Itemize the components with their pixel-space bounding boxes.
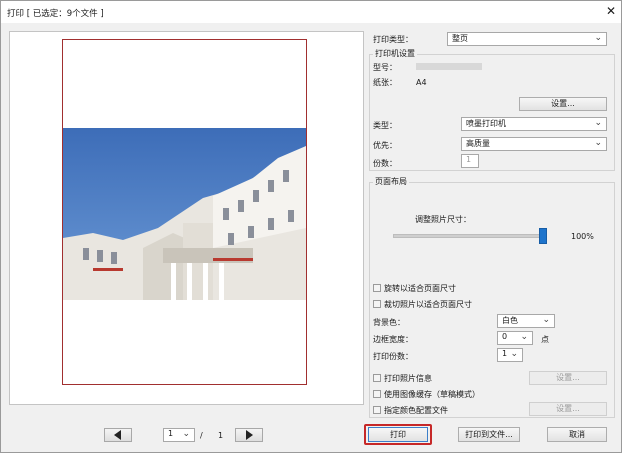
- model-value-blurred: [416, 63, 482, 70]
- total-pages: 1: [218, 431, 224, 440]
- image-cache-checkbox[interactable]: [373, 390, 381, 398]
- priority-label: 优先：: [373, 141, 397, 150]
- print-type-select[interactable]: 整页 ⌄: [447, 32, 607, 46]
- border-unit-label: 点: [541, 335, 549, 344]
- border-width-label: 边框宽度：: [373, 335, 413, 344]
- print-dialog: 打印 [ 已选定：9个文件 ] ✕ 打印类型： 整页 ⌄ 打印机设置 型号： 纸…: [0, 0, 622, 453]
- previous-page-button[interactable]: [104, 428, 132, 442]
- chevron-down-icon: ⌄: [510, 349, 518, 359]
- chevron-down-icon: ⌄: [594, 138, 602, 148]
- model-label: 型号：: [373, 63, 397, 72]
- adjust-size-label: 调整照片尺寸：: [415, 215, 471, 224]
- type-label: 类型：: [373, 121, 397, 130]
- border-width-select[interactable]: 0 ⌄: [497, 331, 533, 345]
- print-type-label: 打印类型：: [373, 35, 413, 44]
- zoom-slider-track[interactable]: [393, 234, 547, 238]
- background-color-label: 背景色：: [373, 318, 405, 327]
- close-icon[interactable]: ✕: [604, 4, 618, 18]
- type-select[interactable]: 喷墨打印机 ⌄: [461, 117, 607, 131]
- zoom-slider-thumb[interactable]: [539, 228, 547, 244]
- triangle-left-icon: [114, 430, 121, 440]
- preview-photo: [63, 128, 306, 300]
- window-title: 打印 [ 已选定：9个文件 ]: [7, 9, 104, 19]
- crop-checkbox[interactable]: [373, 300, 381, 308]
- background-color-select[interactable]: 白色 ⌄: [497, 314, 555, 328]
- priority-select[interactable]: 高质量 ⌄: [461, 137, 607, 151]
- chevron-down-icon: ⌄: [542, 315, 550, 325]
- print-info-settings-button[interactable]: 设置...: [529, 371, 607, 385]
- paper-value: A4: [416, 78, 427, 87]
- next-page-button[interactable]: [235, 428, 263, 442]
- printer-settings-title: 打印机设置: [373, 48, 417, 59]
- color-profile-checkbox[interactable]: [373, 406, 381, 414]
- rotate-label: 旋转以适合页面尺寸: [384, 284, 456, 293]
- cancel-button[interactable]: 取消: [547, 427, 607, 442]
- page-separator: /: [200, 431, 203, 440]
- print-button[interactable]: 打印: [368, 427, 428, 442]
- zoom-value: 100%: [571, 232, 594, 241]
- print-info-checkbox[interactable]: [373, 374, 381, 382]
- copies-label: 份数：: [373, 159, 397, 168]
- print-copies-select[interactable]: 1 ⌄: [497, 348, 523, 362]
- printer-settings-button[interactable]: 设置...: [519, 97, 607, 111]
- printer-settings-group: [369, 54, 615, 171]
- chevron-down-icon: ⌄: [594, 118, 602, 128]
- color-profile-settings-button[interactable]: 设置...: [529, 402, 607, 416]
- chevron-down-icon: ⌄: [520, 332, 528, 342]
- image-cache-label: 使用图像缓存（草稿模式）: [384, 390, 480, 399]
- color-profile-label: 指定颜色配置文件: [384, 406, 448, 415]
- rotate-checkbox[interactable]: [373, 284, 381, 292]
- chevron-down-icon: ⌄: [182, 429, 190, 439]
- print-info-label: 打印照片信息: [384, 374, 432, 383]
- print-copies-label: 打印份数：: [373, 352, 413, 361]
- page-select[interactable]: 1 ⌄: [163, 428, 195, 442]
- title-bar: 打印 [ 已选定：9个文件 ] ✕: [1, 1, 621, 23]
- chevron-down-icon: ⌄: [594, 33, 602, 43]
- paper-label: 纸张：: [373, 78, 397, 87]
- triangle-right-icon: [246, 430, 253, 440]
- print-to-file-button[interactable]: 打印到文件...: [458, 427, 520, 442]
- copies-spinner[interactable]: 1: [461, 154, 479, 168]
- page-layout-title: 页面布局: [373, 176, 409, 187]
- crop-label: 裁切照片以适合页面尺寸: [384, 300, 472, 309]
